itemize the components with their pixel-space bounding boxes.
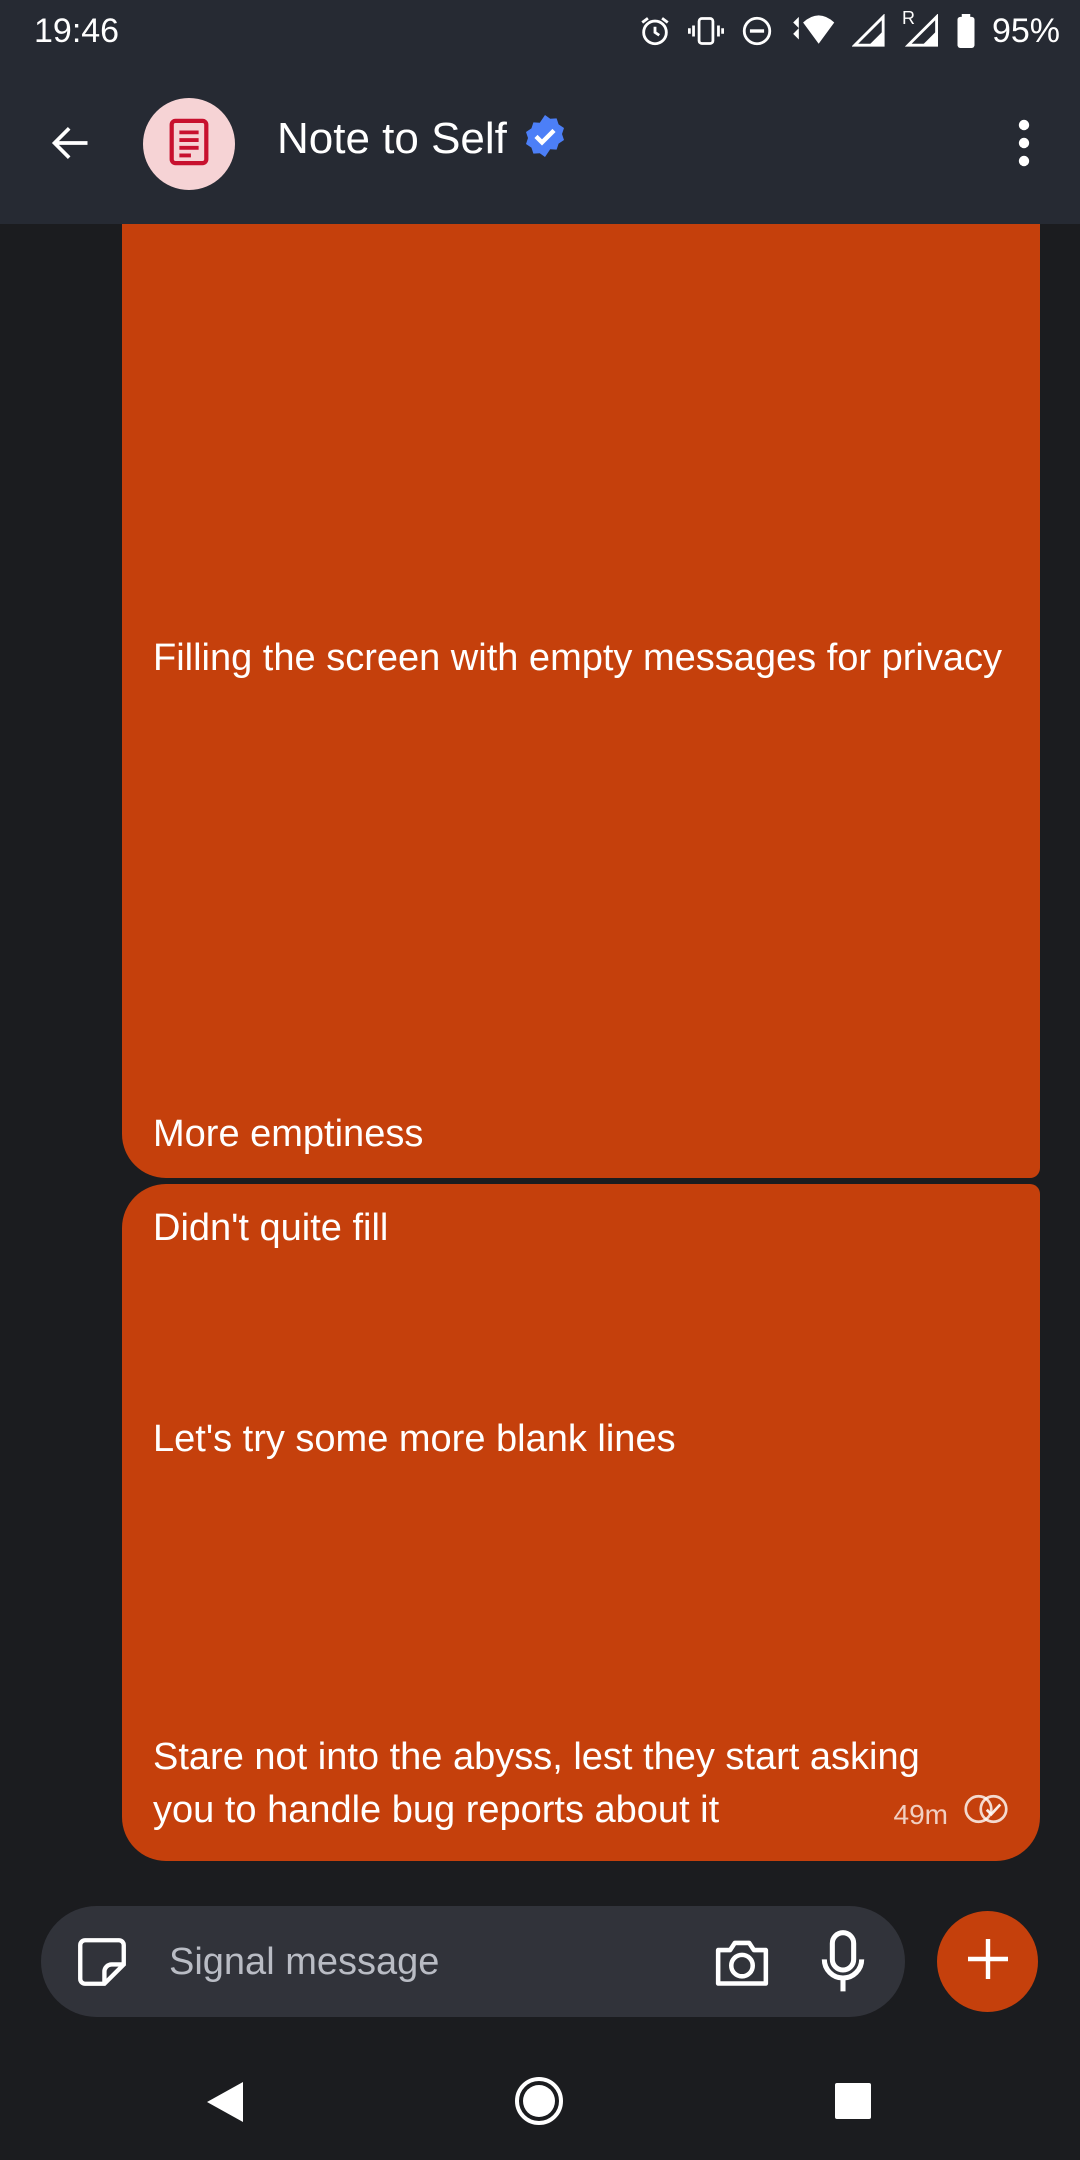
delivered-check-icon xyxy=(962,1788,1010,1841)
message-bubble[interactable]: Didn't quite fill Let's try some more bl… xyxy=(122,1184,1040,1861)
sticker-button[interactable] xyxy=(73,1933,131,1991)
message-text: Stare not into the abyss, lest they star… xyxy=(153,1736,920,1831)
vibrate-icon xyxy=(687,14,724,48)
roaming-signal-icon: R xyxy=(902,8,940,48)
message-text: Didn't quite fill xyxy=(153,1207,389,1249)
wifi-icon xyxy=(790,14,836,48)
message-meta: 49m xyxy=(894,1788,1010,1841)
message-timestamp: 49m xyxy=(893,1799,948,1830)
avatar[interactable] xyxy=(143,98,235,190)
voice-note-button[interactable] xyxy=(819,1930,867,1994)
title-wrap[interactable]: Note to Self xyxy=(277,112,569,165)
sticker-icon xyxy=(73,1938,131,1995)
message-text: More emptiness xyxy=(153,1113,424,1155)
message-text: Filling the screen with empty messages f… xyxy=(153,637,1002,679)
status-icons: R 95% xyxy=(638,8,1060,51)
triangle-back-icon xyxy=(205,2082,245,2128)
conversation-header: Note to Self xyxy=(0,62,1080,224)
camera-icon xyxy=(711,1940,773,1996)
do-not-disturb-icon xyxy=(740,14,774,48)
message-text: Let's try some more blank lines xyxy=(153,1418,676,1460)
overflow-menu-icon xyxy=(1018,119,1030,172)
battery-icon xyxy=(956,14,976,48)
circle-home-icon xyxy=(514,2077,564,2130)
message-input[interactable] xyxy=(169,1932,689,1992)
back-button[interactable] xyxy=(36,110,106,180)
note-icon xyxy=(167,117,211,172)
conversation-title: Note to Self xyxy=(277,113,507,163)
status-bar: 19:46 R 95% xyxy=(0,0,1080,62)
alarm-icon xyxy=(638,14,672,48)
camera-button[interactable] xyxy=(711,1932,773,1992)
attach-button[interactable] xyxy=(937,1911,1038,2012)
status-time: 19:46 xyxy=(34,11,120,50)
message-list[interactable]: Filling the screen with empty messages f… xyxy=(0,224,1080,1876)
nav-recents-button[interactable] xyxy=(833,2081,873,2126)
system-navigation-bar xyxy=(0,2040,1080,2160)
back-arrow-icon xyxy=(47,121,95,170)
nav-home-button[interactable] xyxy=(514,2076,564,2131)
message-bubble[interactable]: Filling the screen with empty messages f… xyxy=(122,224,1040,1178)
verified-badge-icon xyxy=(521,112,569,165)
square-recents-icon xyxy=(833,2083,873,2125)
battery-percent: 95% xyxy=(991,11,1060,50)
roaming-label: R xyxy=(901,8,915,28)
microphone-icon xyxy=(819,1930,867,1998)
overflow-menu-button[interactable] xyxy=(1004,112,1044,178)
nav-back-button[interactable] xyxy=(205,2080,245,2129)
cell-signal-icon xyxy=(851,14,886,48)
message-composer xyxy=(41,1906,905,2017)
plus-icon xyxy=(964,1935,1012,1988)
